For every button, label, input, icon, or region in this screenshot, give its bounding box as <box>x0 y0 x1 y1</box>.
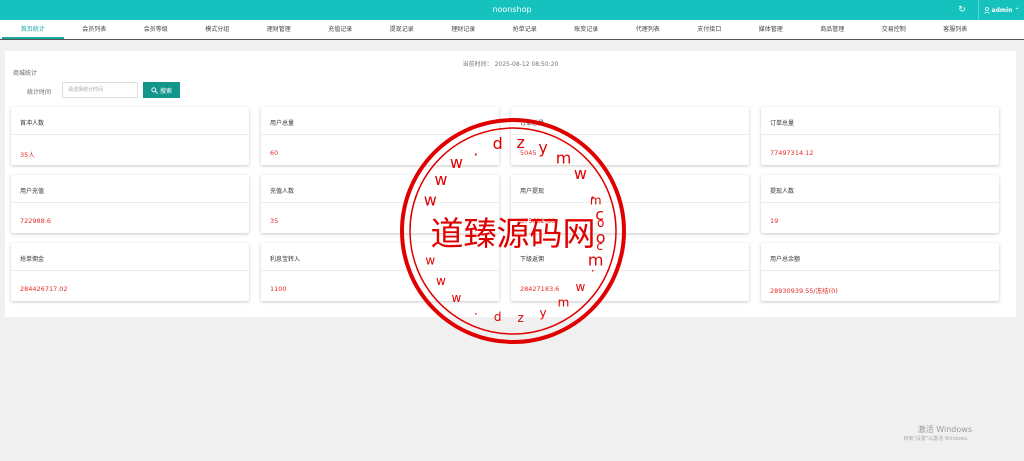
stat-card-label: 订单总量 <box>520 120 545 127</box>
divider <box>511 202 749 203</box>
stat-card-value: 60 <box>270 149 279 157</box>
stat-card-label: 利息宝转入 <box>270 256 301 263</box>
stat-card-order-commission: 抢单佣金 284426717.02 <box>11 243 249 301</box>
stat-card-withdraw-count: 提现人数 19 <box>761 175 999 233</box>
tab-member-level[interactable]: 会员等级 <box>125 20 187 39</box>
tab-recharge-records[interactable]: 充值记录 <box>310 20 372 39</box>
search-button-label: 搜索 <box>159 87 172 95</box>
divider <box>11 202 249 203</box>
stat-card-value: 284426717.02 <box>20 285 68 293</box>
stat-card-value: 35 <box>270 217 279 225</box>
stat-card-value: 1100 <box>270 285 287 293</box>
stat-card-label: 下级返佣 <box>520 256 545 263</box>
tab-product-manage[interactable]: 商品管理 <box>802 20 864 39</box>
date-filter-input[interactable] <box>62 82 138 98</box>
stat-card-value: 28427183.6 <box>520 285 560 293</box>
username: admin <box>991 6 1013 14</box>
tab-member-list[interactable]: 会员列表 <box>64 20 126 39</box>
chevron-up-icon: ⌃ <box>1014 6 1020 14</box>
user-icon <box>983 6 990 14</box>
tab-home-stats[interactable]: 首页统计 <box>2 20 64 39</box>
divider <box>761 134 999 135</box>
section-title: 商城统计 <box>13 70 38 77</box>
stat-card-value: 5045 <box>520 149 537 157</box>
divider <box>11 134 249 135</box>
divider <box>511 270 749 271</box>
stat-card-label: 用户总余额 <box>770 256 801 263</box>
stat-card-label: 抢单佣金 <box>20 256 45 263</box>
tab-withdraw-records[interactable]: 提现记录 <box>371 20 433 39</box>
stat-card-label: 首冲人数 <box>20 120 45 127</box>
tab-balance-records[interactable]: 账变记录 <box>556 20 618 39</box>
divider <box>511 134 749 135</box>
stat-card-interest-transfer: 利息宝转入 1100 <box>261 243 499 301</box>
divider <box>261 202 499 203</box>
current-time-label: 当前时间： <box>462 61 493 68</box>
windows-activation-title: 激活 Windows <box>917 425 972 434</box>
stat-card-first-recharge-count: 首冲人数 35人 <box>11 107 249 165</box>
tab-agent-list[interactable]: 代理列表 <box>617 20 679 39</box>
refresh-icon[interactable]: ↻ <box>952 0 972 20</box>
tab-trade-control[interactable]: 交易控制 <box>863 20 925 39</box>
stat-card-user-total: 用户总量 60 <box>261 107 499 165</box>
current-time-value: 2025-08-12 08:50:20 <box>494 61 559 68</box>
search-button[interactable]: 搜索 <box>143 82 180 98</box>
stat-card-order-total: 订单总量 5045 <box>511 107 749 165</box>
stat-card-label: 订单总量 <box>770 120 795 127</box>
stat-card-label: 充值人数 <box>270 188 295 195</box>
filter-label: 统计时间 <box>27 89 52 96</box>
tab-finance-manage[interactable]: 理财管理 <box>248 20 310 39</box>
tab-finance-records[interactable]: 理财记录 <box>433 20 495 39</box>
user-menu[interactable]: admin ⌃ <box>978 0 1024 20</box>
tab-media-manage[interactable]: 媒体管理 <box>740 20 802 39</box>
top-bar: noonshop ↻ admin ⌃ <box>0 0 1024 20</box>
stat-card-label: 用户充值 <box>20 188 45 195</box>
tab-order-records[interactable]: 抢单记录 <box>494 20 556 39</box>
divider <box>11 270 249 271</box>
stat-card-value: 35人 <box>20 151 35 159</box>
stats-panel: 当前时间： 2025-08-12 08:50:20 商城统计 统计时间 搜索 首… <box>5 51 1016 317</box>
search-icon <box>151 86 158 94</box>
windows-activation-sub: 转到"设置"以激活 Windows。 <box>903 436 972 442</box>
divider <box>261 134 499 135</box>
main-nav: 首页统计 会员列表 会员等级 模式分组 理财管理 充值记录 提现记录 理财记录 … <box>0 20 1024 40</box>
tab-payment-api[interactable]: 支付接口 <box>679 20 741 39</box>
tab-mode-group[interactable]: 模式分组 <box>187 20 249 39</box>
stat-card-recharge-count: 充值人数 35 <box>261 175 499 233</box>
stat-card-order-amount: 订单总量 77497314.12 <box>761 107 999 165</box>
stat-card-user-recharge: 用户充值 722988.6 <box>11 175 249 233</box>
stat-card-value: 19 <box>770 217 779 225</box>
stat-card-value: 28930939.55/冻结(0) <box>770 287 838 295</box>
stat-card-user-withdraw: 用户提现 675632.66 <box>511 175 749 233</box>
tab-service-list[interactable]: 客服列表 <box>925 20 987 39</box>
stat-card-label: 用户总量 <box>270 120 295 127</box>
divider <box>761 270 999 271</box>
stat-card-label: 提现人数 <box>770 188 795 195</box>
stat-card-total-balance: 用户总余额 28930939.55/冻结(0) <box>761 243 999 301</box>
stat-card-value: 722988.6 <box>20 217 52 225</box>
stat-card-value: 77497314.12 <box>770 149 814 157</box>
current-time: 当前时间： 2025-08-12 08:50:20 <box>5 59 1016 68</box>
stat-card-sub-rebate: 下级返佣 28427183.6 <box>511 243 749 301</box>
stat-card-label: 用户提现 <box>520 188 545 195</box>
divider <box>261 270 499 271</box>
app-title: noonshop <box>492 5 532 14</box>
divider <box>761 202 999 203</box>
stat-card-value: 675632.66 <box>520 217 556 225</box>
